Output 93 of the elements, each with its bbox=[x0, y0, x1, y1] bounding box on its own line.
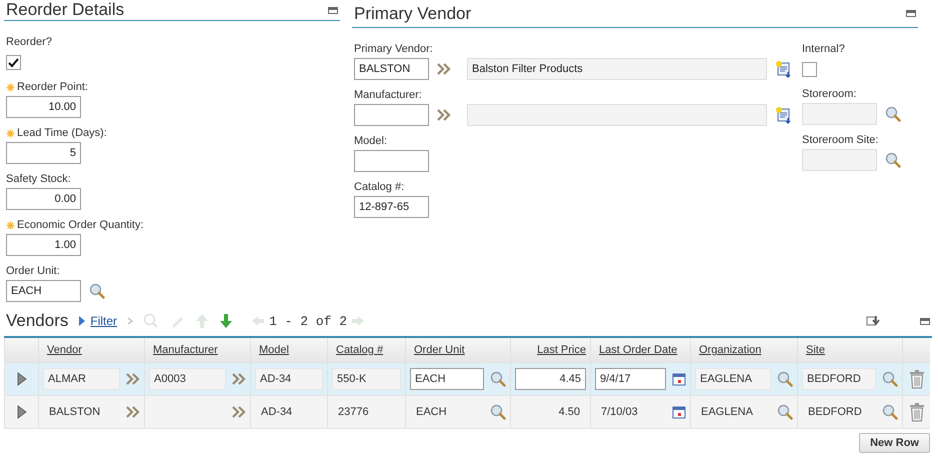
field-label: Safety Stock: bbox=[6, 173, 71, 185]
readonly-field: ALMAR bbox=[43, 368, 120, 390]
required-icon bbox=[6, 128, 15, 138]
column-header[interactable]: Model bbox=[255, 344, 323, 356]
down-arrow-icon[interactable] bbox=[219, 313, 234, 329]
table-cell-text: BEDFORD bbox=[807, 406, 863, 418]
readonly-field: BEDFORD bbox=[802, 368, 876, 390]
minimize-icon[interactable] bbox=[920, 318, 930, 324]
table-cell-text: 4.50 bbox=[558, 406, 581, 418]
minimize-icon[interactable] bbox=[906, 10, 916, 17]
table-cell-text: EAGLENA bbox=[700, 406, 754, 418]
table-cell-text: EACH bbox=[415, 406, 448, 418]
readonly-field: 550-K bbox=[332, 368, 401, 390]
table-row[interactable]: BALSTON AD-34 23776 EACH 4.50 7/10/03 EAGLENA BEDFORD bbox=[4, 396, 930, 429]
column-header[interactable]: Last Order Date bbox=[595, 344, 686, 356]
readonly-field: A0003 bbox=[149, 368, 226, 390]
column-header[interactable]: Manufacturer bbox=[149, 344, 246, 356]
search-icon[interactable] bbox=[490, 404, 506, 420]
new-record-icon[interactable] bbox=[775, 60, 793, 78]
description-field: Balston Filter Products bbox=[467, 58, 767, 80]
number-field[interactable]: 10.00 bbox=[6, 96, 81, 118]
number-field[interactable]: 5 bbox=[6, 142, 81, 164]
field-label: Lead Time (Days): bbox=[17, 127, 107, 139]
search-icon[interactable] bbox=[777, 371, 793, 387]
number-field[interactable]: 1.00 bbox=[6, 234, 81, 256]
number-field[interactable]: 0.00 bbox=[6, 188, 81, 210]
field-label: Internal? bbox=[802, 42, 846, 57]
filter-link[interactable]: Filter bbox=[90, 314, 118, 328]
field-label: Order Unit: bbox=[6, 265, 60, 277]
table-cell-text: AD-34 bbox=[260, 406, 294, 418]
field-label: Economic Order Quantity: bbox=[17, 219, 144, 231]
section-title: Vendors bbox=[6, 311, 68, 331]
trash-icon[interactable] bbox=[908, 402, 924, 422]
field-label: Catalog #: bbox=[354, 180, 406, 195]
checkmark-icon bbox=[8, 58, 19, 68]
minimize-icon[interactable] bbox=[328, 6, 338, 14]
field-label: Reorder Point: bbox=[17, 81, 88, 93]
column-header[interactable]: Order Unit bbox=[410, 344, 506, 356]
field-label: Model: bbox=[354, 134, 388, 149]
field-label: Primary Vendor: bbox=[354, 42, 434, 57]
required-icon bbox=[6, 220, 15, 230]
trash-icon[interactable] bbox=[908, 369, 924, 389]
new-row-button[interactable]: New Row bbox=[859, 433, 930, 453]
double-chevron-icon[interactable] bbox=[126, 406, 140, 418]
field-label: Storeroom Site: bbox=[802, 133, 880, 148]
expand-row-icon[interactable] bbox=[16, 405, 26, 419]
table-cell-text: BALSTON bbox=[48, 406, 102, 418]
table-row[interactable]: ALMAR A0003 AD-34 550-K EACH 4.45 9/4/17 EAGLENA BEDFORD bbox=[4, 363, 930, 396]
search-icon[interactable] bbox=[490, 371, 506, 387]
expand-row-icon[interactable] bbox=[16, 372, 26, 386]
search-icon[interactable] bbox=[882, 371, 898, 387]
input-field[interactable]: EACH bbox=[6, 280, 81, 302]
column-header[interactable]: Last Price bbox=[515, 344, 586, 356]
download-icon[interactable] bbox=[866, 315, 880, 327]
search-icon[interactable] bbox=[89, 283, 105, 299]
column-header[interactable]: Organization bbox=[695, 344, 793, 356]
column-header[interactable]: Site bbox=[802, 344, 898, 356]
checkbox[interactable] bbox=[802, 62, 817, 77]
column-header[interactable]: Catalog # bbox=[332, 344, 401, 356]
input-field[interactable]: EACH bbox=[410, 368, 484, 390]
calendar-icon[interactable] bbox=[672, 405, 686, 419]
input-field[interactable]: 12-897-65 bbox=[354, 196, 429, 218]
table-cell-text: 23776 bbox=[337, 406, 370, 418]
expand-icon[interactable] bbox=[78, 315, 86, 327]
search-icon[interactable] bbox=[885, 106, 901, 122]
chevron-icon bbox=[127, 317, 134, 325]
readonly-field: EAGLENA bbox=[695, 368, 771, 390]
readonly-field: AD-34 bbox=[255, 368, 323, 390]
section-title: Primary Vendor bbox=[354, 4, 472, 24]
search-icon[interactable] bbox=[885, 152, 901, 168]
calendar-icon[interactable] bbox=[672, 372, 686, 386]
double-chevron-icon[interactable] bbox=[232, 406, 246, 418]
pagination-text: 1 - 2 of 2 bbox=[269, 314, 348, 328]
input-field[interactable]: 4.45 bbox=[515, 368, 586, 390]
table-cell-text: 7/10/03 bbox=[600, 406, 639, 418]
input-field[interactable]: BALSTON bbox=[354, 58, 429, 80]
checkbox[interactable] bbox=[6, 55, 21, 70]
search-icon[interactable] bbox=[882, 404, 898, 420]
double-chevron-icon[interactable] bbox=[126, 373, 140, 385]
double-chevron-icon[interactable] bbox=[232, 373, 246, 385]
input-field[interactable]: 9/4/17 bbox=[595, 368, 666, 390]
column-header[interactable]: Vendor bbox=[43, 344, 140, 356]
search-icon[interactable] bbox=[777, 404, 793, 420]
field-label: Reorder? bbox=[6, 36, 52, 48]
input-field[interactable] bbox=[354, 150, 429, 172]
section-title: Reorder Details bbox=[6, 0, 124, 20]
double-chevron-icon[interactable] bbox=[437, 63, 451, 75]
double-chevron-icon[interactable] bbox=[437, 109, 451, 121]
required-icon bbox=[6, 82, 15, 92]
new-record-icon[interactable] bbox=[775, 106, 793, 124]
field-label: Storeroom: bbox=[802, 87, 858, 102]
field-label: Manufacturer: bbox=[354, 88, 423, 103]
input-field[interactable] bbox=[354, 104, 429, 126]
